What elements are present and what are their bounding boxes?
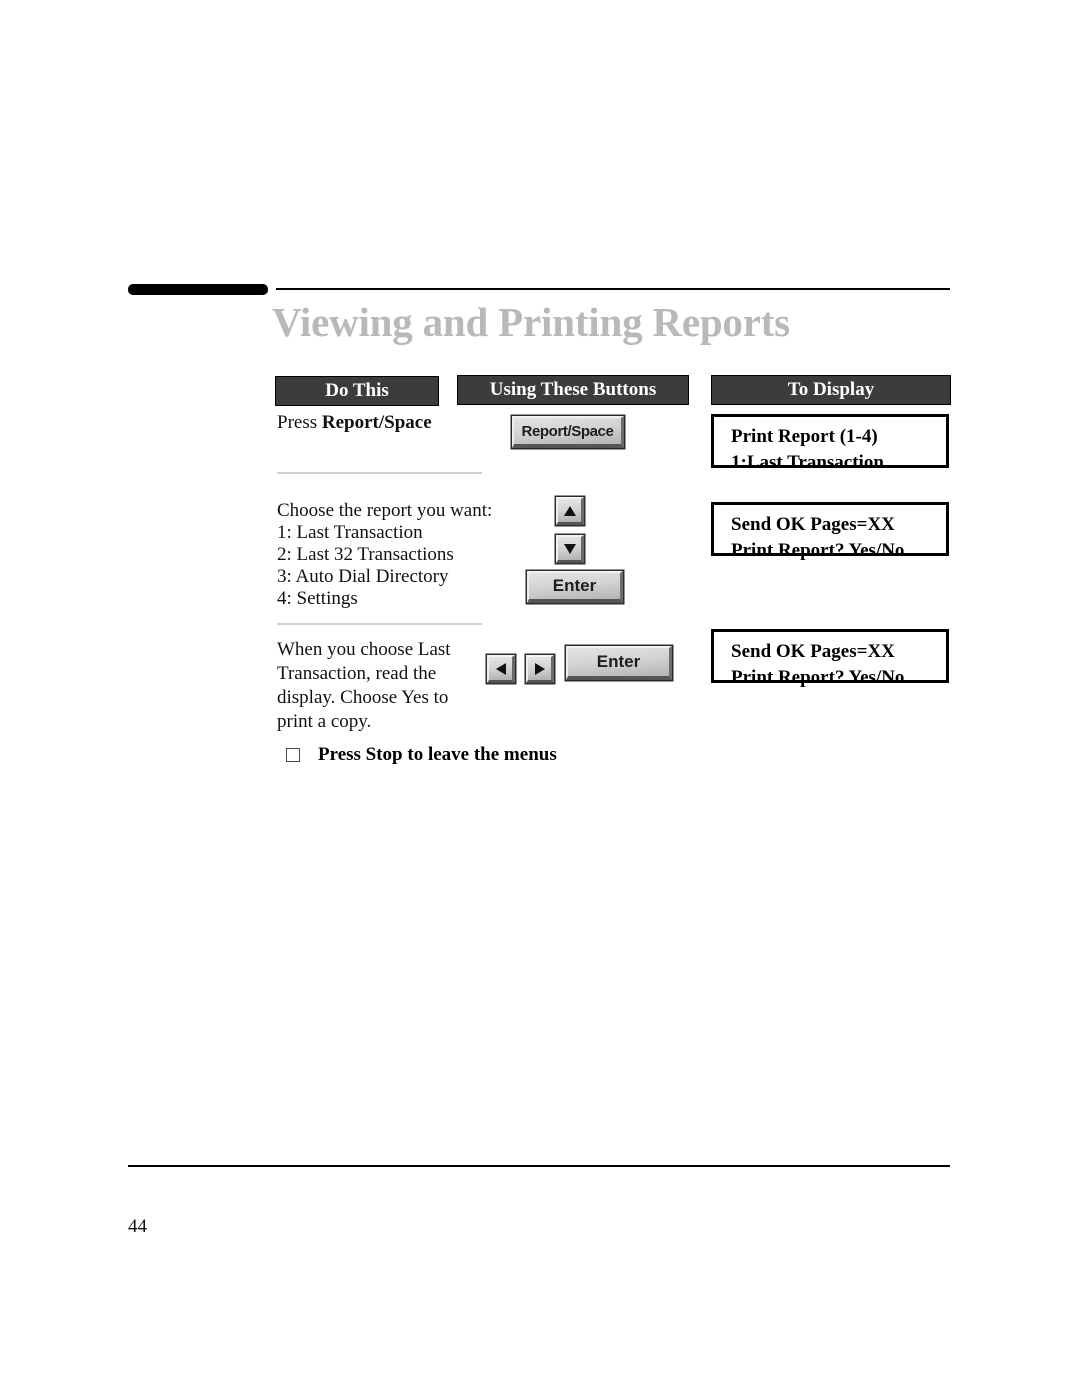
header-rule — [128, 284, 950, 298]
report-space-button[interactable]: Report/Space — [512, 416, 624, 448]
header-rule-thin — [276, 288, 950, 290]
triangle-right-icon — [534, 662, 545, 675]
display-readout-3: Send OK Pages=XX Print Report? Yes/No — [711, 629, 949, 688]
footer-rule — [128, 1165, 950, 1167]
triangle-up-icon — [563, 505, 576, 516]
left-arrow-button[interactable] — [487, 655, 515, 683]
display-readout-1: Print Report (1-4) 1:Last Transaction — [711, 414, 949, 473]
triangle-left-icon — [495, 662, 506, 675]
enter-button-row-3[interactable]: Enter — [566, 646, 672, 680]
row-1-instruction-prefix: Press — [277, 412, 322, 433]
up-arrow-button[interactable] — [556, 497, 584, 525]
note-row: Press Stop to leave the menus — [286, 744, 557, 766]
checkbox-icon[interactable] — [286, 748, 300, 762]
page-number: 44 — [128, 1216, 147, 1237]
row-1-instruction: Press Report/Space — [277, 412, 497, 434]
enter-button-row-2[interactable]: Enter — [527, 571, 623, 603]
display-readout-2: Send OK Pages=XX Print Report? Yes/No — [711, 502, 949, 561]
right-arrow-button[interactable] — [526, 655, 554, 683]
row-separator-1 — [277, 472, 482, 474]
header-rule-thick — [128, 284, 268, 295]
row-2-instruction: Choose the report you want: 1: Last Tran… — [277, 500, 493, 609]
column-header-to-display: To Display — [711, 375, 951, 405]
column-header-using-these-buttons: Using These Buttons — [457, 375, 689, 405]
note-label: Press Stop to leave the menus — [318, 744, 557, 765]
row-3-instruction: When you choose Last Transaction, read t… — [277, 639, 451, 732]
page-title: Viewing and Printing Reports — [272, 299, 790, 345]
down-arrow-button[interactable] — [556, 535, 584, 563]
row-separator-2 — [277, 623, 482, 625]
triangle-down-icon — [563, 543, 576, 554]
row-1-instruction-keyname: Report/Space — [321, 412, 432, 433]
column-header-do-this: Do This — [275, 376, 439, 406]
